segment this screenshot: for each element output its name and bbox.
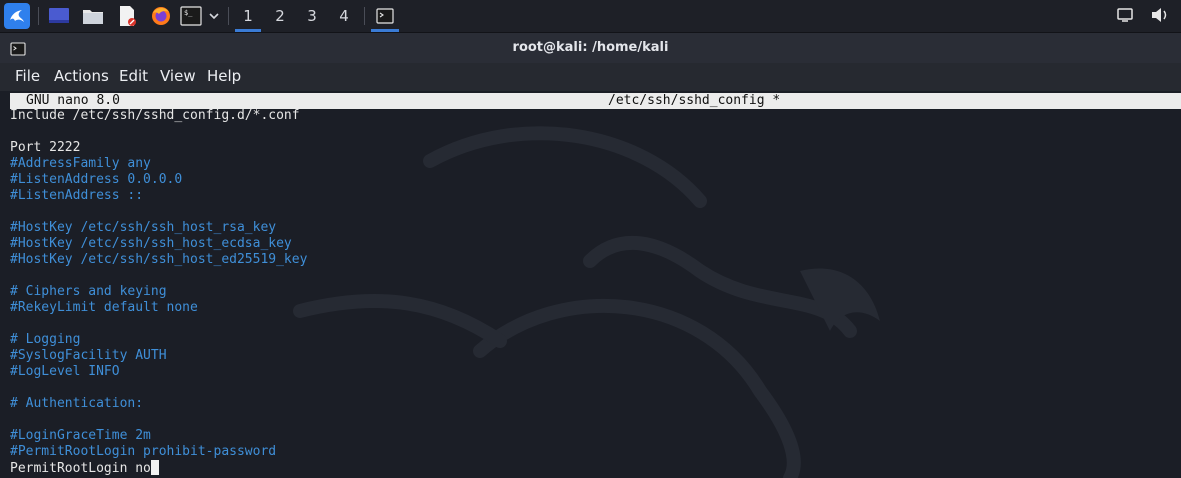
nano-version: GNU nano 8.0: [26, 93, 120, 108]
editor-line: #HostKey /etc/ssh/ssh_host_rsa_key: [10, 220, 277, 235]
terminal-task-button[interactable]: [369, 0, 401, 32]
menu-help[interactable]: Help: [207, 67, 241, 85]
editor-line: #LoginGraceTime 2m: [10, 428, 151, 443]
terminal-area[interactable]: GNU nano 8.0 /etc/ssh/sshd_config * Incl…: [0, 91, 1181, 478]
editor-text[interactable]: Include /etc/ssh/sshd_config.d/*.conf Po…: [10, 108, 307, 476]
kali-dragon-icon: [4, 3, 30, 29]
editor-line: Port 2222: [10, 140, 81, 155]
editor-line: #AddressFamily any: [10, 156, 151, 171]
editor-line: # Logging: [10, 332, 81, 347]
editor-line: # Ciphers and keying: [10, 284, 167, 299]
editor-line: #RekeyLimit default none: [10, 300, 198, 315]
editor-line: #HostKey /etc/ssh/ssh_host_ed25519_key: [10, 252, 308, 267]
editor-line: #ListenAddress ::: [10, 188, 144, 203]
file-manager-icon[interactable]: [80, 0, 106, 32]
taskbar-separator: [364, 7, 365, 25]
menu-edit[interactable]: Edit: [119, 67, 148, 85]
display-icon[interactable]: [1116, 6, 1134, 28]
menu-bar: File Actions Edit View Help: [0, 63, 1181, 91]
editor-line: #ListenAddress 0.0.0.0: [10, 172, 183, 187]
taskbar-separator: [38, 7, 39, 25]
taskbar: $_ 1 2 3 4: [0, 0, 1181, 33]
text-cursor: [150, 460, 159, 475]
nano-filename: /etc/ssh/sshd_config *: [608, 93, 781, 108]
editor-line-text: PermitRootLogin no: [10, 461, 151, 476]
workspace-1[interactable]: 1: [233, 0, 263, 32]
text-editor-icon[interactable]: [114, 0, 140, 32]
workspace-2[interactable]: 2: [265, 0, 295, 32]
editor-line: #HostKey /etc/ssh/ssh_host_ecdsa_key: [10, 236, 292, 251]
kali-menu-button[interactable]: [2, 0, 32, 32]
menu-file[interactable]: File: [15, 67, 40, 85]
editor-line: # Authentication:: [10, 396, 144, 411]
editor-line: #LogLevel INFO: [10, 364, 120, 379]
window-title: root@kali: /home/kali: [512, 40, 669, 55]
show-desktop-icon[interactable]: [46, 0, 72, 32]
terminal-icon: [376, 8, 394, 24]
volume-icon[interactable]: [1150, 6, 1170, 28]
workspace-3[interactable]: 3: [297, 0, 327, 32]
editor-line: #PermitRootLogin prohibit-password: [10, 444, 277, 459]
editor-line-current: PermitRootLogin no: [10, 460, 307, 476]
workspace-4[interactable]: 4: [329, 0, 359, 32]
window-titlebar[interactable]: root@kali: /home/kali: [0, 33, 1181, 63]
firefox-icon[interactable]: [148, 0, 174, 32]
editor-line: Include /etc/ssh/sshd_config.d/*.conf: [10, 108, 300, 123]
terminal-launcher-icon[interactable]: $_: [178, 0, 204, 32]
chevron-down-icon[interactable]: [205, 0, 223, 32]
editor-line: #SyslogFacility AUTH: [10, 348, 167, 363]
menu-view[interactable]: View: [160, 67, 196, 85]
menu-actions[interactable]: Actions: [54, 67, 109, 85]
taskbar-separator: [228, 7, 229, 25]
svg-text:$_: $_: [184, 9, 193, 17]
nano-title-bar: GNU nano 8.0 /etc/ssh/sshd_config *: [10, 93, 1181, 109]
